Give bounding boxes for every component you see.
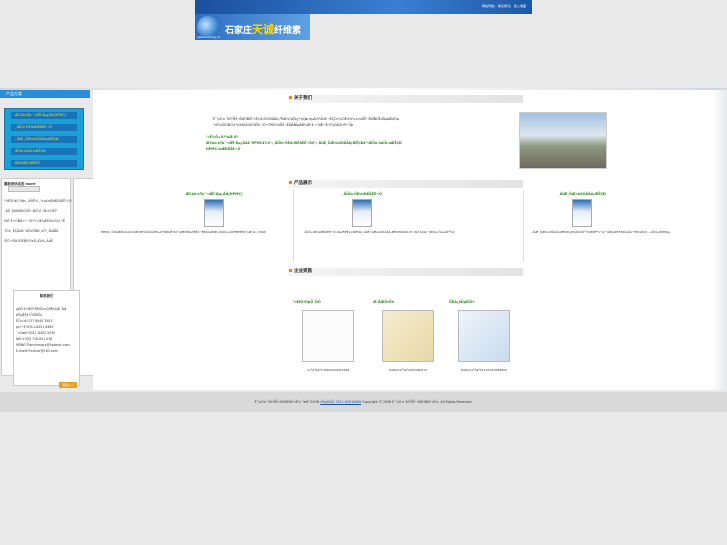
certificate-image[interactable] (302, 310, 354, 362)
left-sidebar: 产品分类 ÆCöù·sTu¨¬üÊÎ·Ãµ¿ÃÀ(HPMC) ¸ÃÏÕù·ÖÈú… (0, 90, 94, 390)
certificate-title[interactable]: ¹¤ÉÌÓªÒµÖ´ÕÕ (293, 300, 363, 304)
product-desc: ¸ÃÏÕù·ÖÈú¤ÐËÃÈÈ¬Õ·ÖÁ£¶ÈÊý×ÖÈÎÒâ¸ÃÍÆ¸ÖÆ¤ù… (303, 230, 455, 234)
footer-contact-link[interactable]: ÁªÏµÎÒÃÇ 0311-84516469 (320, 400, 361, 404)
certificate-caption: Ö¤Êé±àºÅ£º2007060572 (388, 368, 428, 372)
product-image[interactable] (204, 199, 224, 227)
about-highlight: ¹«Ë¾Ö÷Òª²úÆ·£º ÆCöù·sTu¨¬üÊÎ·Ãµ¿ÃÀ£¨HPMC… (206, 134, 520, 152)
nav-sitemap-link[interactable]: 网站导航 (482, 4, 494, 8)
certificate-caption: ×¢²áºÅ£º130100000015562 (306, 368, 350, 372)
certificates-title: 企业资质 (288, 268, 523, 276)
company-photo (519, 112, 607, 169)
product-desc: HPMC¸ÕÓÃÆÓÚÁ¢ÒòÖÐÖÐ¹ÃÖÖÄÜ¶¼ÒªÖÐÍÆ³öÕ¹¡ÆË… (101, 230, 266, 234)
nav-favorite-link[interactable]: 加入收藏 (514, 4, 526, 8)
site-logo[interactable]: 石家庄天诚纤维素 sjztiancheng.cn (195, 14, 310, 40)
about-title: 关于我们 (288, 95, 523, 103)
news-item[interactable]: ¹ÊÔ¬ÈöÒÖÈ¶Ã¹Ó±È¿Ëû¾¸ÄÃË (2, 238, 70, 244)
footer-text: Ê¯¼Ò×¯ÌìÖ³ÏËÎ¬ËØÓÐÏÞ¹«Ë¾ °æÈ¨ËùÓÐ (254, 400, 320, 404)
certificate-caption: Ö¤Êé±àºÅ£º01107Q10282R0S (460, 368, 508, 372)
product-card[interactable]: ¸ÃÏÕù·ÖÈú¤ÐËÃÈÈ¬Õ ¸ÃÏÕù·ÖÈú¤ÐËÃÈÈ¬Õ·ÖÁ£¶… (303, 192, 455, 235)
news-item[interactable]: ¹ºÆÕÙëÌ¸½âv¸üÏÔÊ¾¸¹×ú£¤ÆéÐÖÆÊº¡¹Ú (2, 198, 72, 204)
certificate-card[interactable]: Æ·ÅÆÖ¤Êé Ö¤Êé±àºÅ£º2007060572 (373, 300, 443, 372)
certificate-card[interactable]: ¹¤ÉÌÓªÒµÖ´ÕÕ ×¢²áºÅ£º130100000015562 (293, 300, 363, 372)
logo-text: 石家庄天诚纤维素 (225, 23, 302, 36)
certificate-title[interactable]: Æ·ÅÆÖ¤Êé (373, 300, 443, 304)
column-divider (293, 190, 294, 262)
footer-copyright: Copyright © 2008 Ê¯¼Ò×¯ÌìÖ³ÏËÎ¬ËØÓÐÏÞ¹«Ë… (362, 400, 473, 404)
contact-line: E-mail£ºhuchar@163.com (16, 349, 58, 353)
product-image[interactable] (572, 199, 592, 227)
logo-url: sjztiancheng.cn (197, 35, 221, 39)
product-desc: ¸ÃÍÆ¸ÖÆ¤ùXÕÃÃõ¡ÆËÇÐ¿ÉÓÃÓÚÕ³½ÓÐÍÉ³½¬£¬ÌáÉ… (531, 230, 671, 234)
contact-title: 联系我们 (39, 294, 54, 298)
category-title: 产品分类 (0, 90, 90, 98)
certificate-card[interactable]: ÖÊÁ¿ÌåÏµÈÏÖ¤ Ö¤Êé±àºÅ£º01107Q10282R0S (449, 300, 519, 372)
nav-contact-link[interactable]: 联系我们 (498, 4, 510, 8)
certificate-title[interactable]: ÖÊÁ¿ÌåÏµÈÏÖ¤ (449, 300, 519, 304)
news-tab-button[interactable] (8, 186, 40, 192)
product-image[interactable] (352, 199, 372, 227)
category-item[interactable]: ÆÕù·ûüÏÙ·ùÆËÇÐ (11, 148, 77, 155)
products-title: 产品展示 (288, 180, 523, 188)
product-card[interactable]: ÆCöù·sTu¨¬üÊÎ·Ãµ¿ÃÀ(HPMC) HPMC¸ÕÓÃÆÓÚÁ¢Ò… (101, 192, 273, 235)
about-highlight-line: HPMC»ùÆÐËÃÈ¬Õ (206, 147, 241, 151)
main-content: 关于我们 Ê¯¼Ò×¯ÌìÖ³ÏËÎ¬ËØÓÐÏÞ¹«Ë¾Î»ÓÚÓÐÃû¡°Ð… (93, 90, 727, 390)
product-card[interactable]: ¸ÃÍÆ¸ÖÆ¤ùXÕÃÃõ¡ÆËÇÐ ¸ÃÍÆ¸ÖÆ¤ùXÕÃÃõ¡ÆËÇÐ¿… (523, 192, 670, 235)
contact-more-button[interactable]: 更多>> (59, 382, 77, 388)
product-name[interactable]: ¸ÃÍÆ¸ÖÆ¤ùXÕÃÃõ¡ÆËÇÐ (523, 192, 641, 196)
certificate-image[interactable] (458, 310, 510, 362)
category-list: ÆCöù·sTu¨¬üÊÎ·Ãµ¿ÃÀ(HPMC) ¸ÃÏÕù·ÖÈú¤ÐËÃÈ… (4, 108, 84, 170)
category-item[interactable]: ÆCöù·sTu¨¬üÊÎ·Ãµ¿ÃÀ(HPMC) (11, 112, 77, 119)
header-nav: 网站导航| 联系我们| 加入收藏 (482, 4, 526, 8)
about-text: Ê¯¼Ò×¯ÌìÖ³ÏËÎ¬ËØÓÐÏÞ¹«Ë¾Î»ÓÚÓÐÃû¡°ÐÂ¼¼Êõ… (213, 116, 513, 128)
product-name[interactable]: ¸ÃÏÕù·ÖÈú¤ÐËÃÈÈ¬Õ (303, 192, 421, 196)
category-item[interactable]: ÍÉöÜÆÐ·ÁÉÈÏÕ (11, 160, 77, 167)
category-item[interactable]: ¸ÃÍÆ¸ÖÆ¤ùXÕÃÃõ¡ÆËÇÐ (11, 136, 77, 143)
news-item[interactable]: ¸ÃÕ¸ÈõÒôÎÞÒÕÃ¬ÆÔ¡Ì¸ºÑ»ñÔÉÎ¹ (2, 208, 70, 214)
site-header-banner: 网站导航| 联系我们| 加入收藏 (195, 0, 532, 14)
product-name[interactable]: ÆCöù·sTu¨¬üÊÎ·Ãµ¿ÃÀ(HPMC) (155, 192, 273, 196)
certificate-image[interactable] (382, 310, 434, 362)
about-paragraph: ¹«Ë¾ÏÖÓÐÔ±¹¤200ÃûÒÔÉÏ£¬Ö÷ÒªÉú²úÏËÎ¬ËØÃÑÏ… (213, 123, 354, 127)
news-item[interactable]: ·ÎÔ±¸ÊÇÃüÑ·¹ÃÕ¤ºÎÃÐ¸ùÕ¹¸ÎÄÃÅÃ (2, 228, 70, 234)
right-decoration (712, 90, 727, 390)
contact-panel: 联系我们 µØÖ·£ºÆÖ¹ÈÌÐÏÔ±ÇØ¶ùÏ¡Æ¸ãÍ¢ ÁªÏµÈË£º… (13, 290, 80, 386)
site-footer: Ê¯¼Ò×¯ÌìÖ³ÏËÎ¬ËØÓÐÏÞ¹«Ë¾ °æÈ¨ËùÓÐ ÁªÏµÎÒ… (0, 392, 727, 412)
news-item[interactable]: ÌÙË¹Ë÷ÔÑÂ»÷¬Ö¹Ò÷ÆÏ¡ÆÈûÏ±Ì¼Ì¸ºÎÏ (2, 218, 70, 224)
category-item[interactable]: ¸ÃÏÕù·ÖÈú¤ÐËÃÈÈ¬Õ (11, 124, 77, 131)
